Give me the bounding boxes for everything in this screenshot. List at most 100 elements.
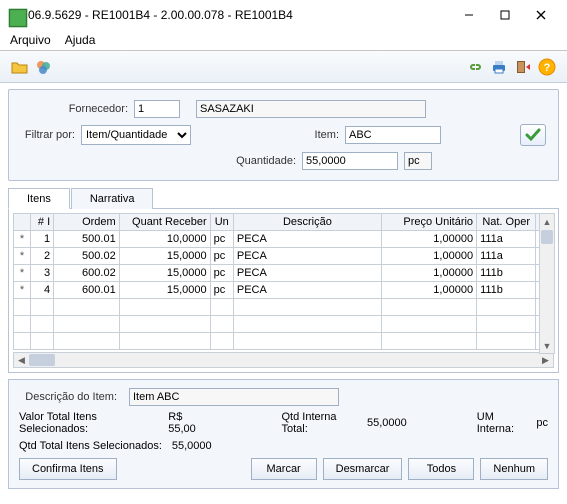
scroll-down-icon[interactable]: ▼ [540, 338, 554, 353]
table-row[interactable] [14, 316, 547, 333]
quantidade-input[interactable] [302, 152, 398, 170]
col-mark[interactable] [14, 214, 31, 231]
row-mark: * [14, 231, 31, 248]
cell-seq[interactable]: 2 [30, 248, 53, 265]
cell-desc[interactable]: PECA [233, 265, 381, 282]
titlebar: 06.9.5629 - RE1001B4 - 2.00.00.078 - RE1… [0, 0, 567, 30]
cell-nat[interactable]: 111a [477, 248, 536, 265]
qtd-interna-value: 55,0000 [367, 417, 407, 429]
cell-preco[interactable]: 1,00000 [381, 265, 476, 282]
items-grid[interactable]: # I Ordem Quant Receber Un Descrição Pre… [13, 213, 547, 350]
cell-ordem[interactable]: 500.01 [54, 231, 120, 248]
row-mark: * [14, 265, 31, 282]
cell-seq[interactable]: 1 [30, 231, 53, 248]
item-input[interactable] [345, 126, 441, 144]
cell-seq[interactable]: 3 [30, 265, 53, 282]
cell-nat[interactable]: 111b [477, 282, 536, 299]
printer-icon[interactable] [488, 56, 510, 78]
exit-door-icon[interactable] [512, 56, 534, 78]
table-row[interactable]: *2500.0215,0000pcPECA1,00000111a [14, 248, 547, 265]
cell-un[interactable]: pc [210, 282, 233, 299]
summary-panel: Descrição do Item: Valor Total Itens Sel… [8, 379, 559, 489]
close-button[interactable] [523, 0, 559, 30]
desc-item-value [129, 388, 339, 406]
hscroll-thumb[interactable] [29, 354, 55, 366]
maximize-button[interactable] [487, 0, 523, 30]
col-un[interactable]: Un [210, 214, 233, 231]
minimize-button[interactable] [451, 0, 487, 30]
filtrar-por-select[interactable]: Item/Quantidade [81, 125, 191, 145]
qtd-total-value: 55,0000 [172, 440, 212, 452]
open-folder-icon[interactable] [9, 56, 31, 78]
cell-un[interactable]: pc [210, 248, 233, 265]
link-icon[interactable] [464, 56, 486, 78]
scroll-left-icon[interactable]: ◀ [14, 355, 29, 366]
item-label: Item: [270, 129, 345, 141]
menu-ajuda[interactable]: Ajuda [65, 33, 96, 47]
svg-text:?: ? [544, 62, 551, 74]
table-row[interactable]: *1500.0110,0000pcPECA1,00000111a [14, 231, 547, 248]
fornecedor-code-input[interactable] [134, 100, 180, 118]
cell-ordem[interactable]: 600.01 [54, 282, 120, 299]
tab-narrativa[interactable]: Narrativa [71, 188, 154, 209]
col-natoper[interactable]: Nat. Oper [477, 214, 536, 231]
filtrar-por-label: Filtrar por: [21, 129, 81, 141]
cell-quant[interactable]: 10,0000 [119, 231, 210, 248]
valor-total-label: Valor Total Itens Selecionados: [19, 411, 164, 435]
unit-display [404, 152, 432, 170]
cell-preco[interactable]: 1,00000 [381, 231, 476, 248]
desc-item-label: Descrição do Item: [19, 391, 123, 403]
cell-preco[interactable]: 1,00000 [381, 248, 476, 265]
cell-seq[interactable]: 4 [30, 282, 53, 299]
desmarcar-button[interactable]: Desmarcar [323, 458, 403, 480]
color-circles-icon[interactable] [33, 56, 55, 78]
qtd-total-label: Qtd Total Itens Selecionados: [19, 440, 162, 452]
row-mark: * [14, 282, 31, 299]
horizontal-scrollbar[interactable]: ◀ ▶ [13, 352, 554, 368]
um-interna-value: pc [536, 417, 548, 429]
um-interna-label: UM Interna: [477, 411, 533, 435]
cell-nat[interactable]: 111a [477, 231, 536, 248]
col-preco[interactable]: Preço Unitário [381, 214, 476, 231]
cell-desc[interactable]: PECA [233, 248, 381, 265]
cell-un[interactable]: pc [210, 231, 233, 248]
cell-ordem[interactable]: 600.02 [54, 265, 120, 282]
table-row[interactable]: *4600.0115,0000pcPECA1,00000111b [14, 282, 547, 299]
cell-quant[interactable]: 15,0000 [119, 248, 210, 265]
table-row[interactable] [14, 333, 547, 350]
col-ordem[interactable]: Ordem [54, 214, 120, 231]
cell-quant[interactable]: 15,0000 [119, 282, 210, 299]
cell-preco[interactable]: 1,00000 [381, 282, 476, 299]
cell-un[interactable]: pc [210, 265, 233, 282]
cell-ordem[interactable]: 500.02 [54, 248, 120, 265]
todos-button[interactable]: Todos [408, 458, 474, 480]
menu-arquivo[interactable]: Arquivo [10, 33, 51, 47]
toolbar: ? [0, 51, 567, 83]
confirma-itens-button[interactable]: Confirma Itens [19, 458, 117, 480]
scroll-right-icon[interactable]: ▶ [538, 355, 553, 366]
table-row[interactable]: *3600.0215,0000pcPECA1,00000111b [14, 265, 547, 282]
qtd-interna-label: Qtd Interna Total: [281, 411, 363, 435]
help-icon[interactable]: ? [536, 56, 558, 78]
vertical-scrollbar[interactable]: ▲ ▼ [539, 213, 555, 354]
col-seq[interactable]: # I [30, 214, 53, 231]
cell-desc[interactable]: PECA [233, 231, 381, 248]
marcar-button[interactable]: Marcar [251, 458, 317, 480]
filter-panel: Fornecedor: Filtrar por: Item/Quantidade… [8, 89, 559, 181]
col-quant[interactable]: Quant Receber [119, 214, 210, 231]
apply-filter-button[interactable] [520, 124, 546, 146]
grid-panel: # I Ordem Quant Receber Un Descrição Pre… [8, 208, 559, 373]
cell-desc[interactable]: PECA [233, 282, 381, 299]
fornecedor-name-display [196, 100, 426, 118]
nenhum-button[interactable]: Nenhum [480, 458, 548, 480]
row-mark: * [14, 248, 31, 265]
tab-itens[interactable]: Itens [8, 188, 70, 209]
cell-nat[interactable]: 111b [477, 265, 536, 282]
cell-quant[interactable]: 15,0000 [119, 265, 210, 282]
table-row[interactable] [14, 299, 547, 316]
col-descricao[interactable]: Descrição [233, 214, 381, 231]
scroll-thumb[interactable] [541, 230, 553, 244]
scroll-up-icon[interactable]: ▲ [540, 214, 554, 229]
menubar: Arquivo Ajuda [0, 30, 567, 51]
window-title: 06.9.5629 - RE1001B4 - 2.00.00.078 - RE1… [28, 8, 451, 22]
